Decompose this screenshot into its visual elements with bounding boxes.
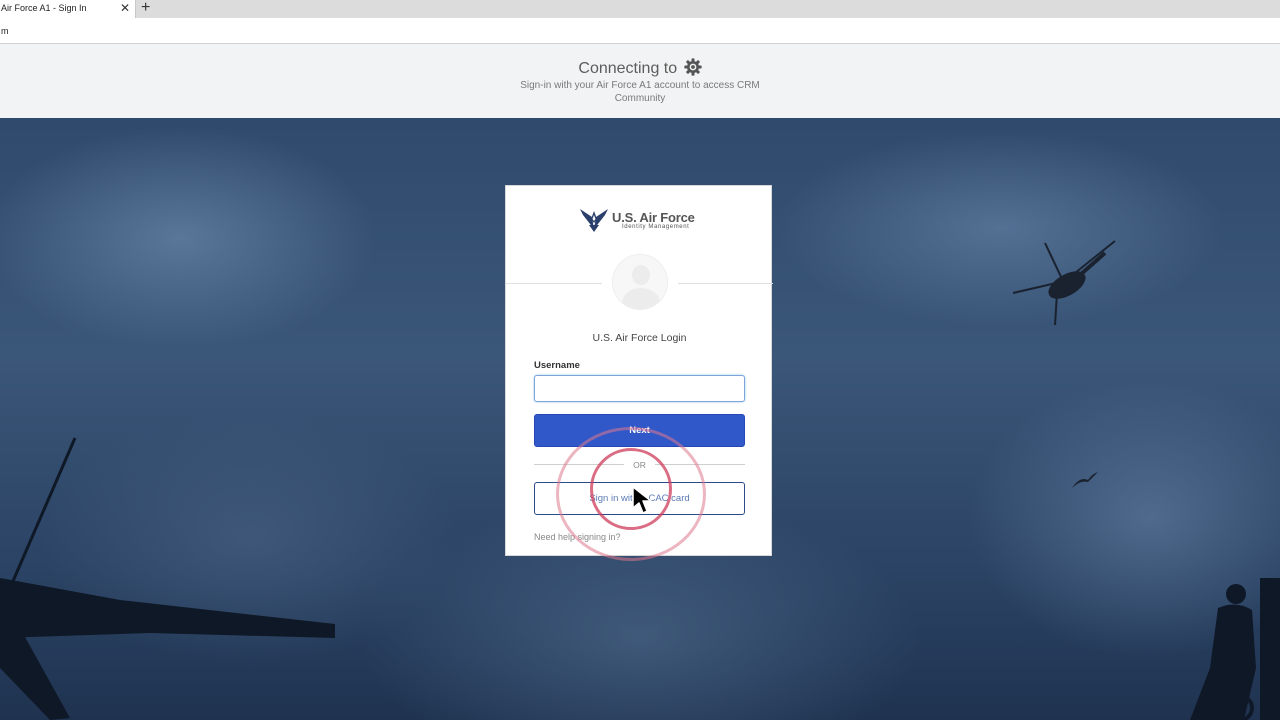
user-avatar-icon: [612, 254, 668, 310]
username-label: Username: [534, 360, 580, 371]
banner-title: Connecting to: [0, 58, 1280, 78]
new-tab-icon[interactable]: +: [141, 0, 150, 17]
helicopter-silhouette: [1012, 240, 1116, 326]
browser-tab[interactable]: Air Force A1 - Sign In ✕: [0, 0, 136, 18]
banner-title-text: Connecting to: [578, 60, 678, 77]
aircraft-silhouette: [0, 437, 335, 720]
divider: [678, 283, 773, 284]
address-text: m: [1, 26, 9, 36]
logo-subtitle: Identity Management: [622, 224, 690, 230]
browser-tab-bar: Air Force A1 - Sign In ✕ +: [0, 0, 1280, 18]
divider: [506, 283, 602, 284]
air-force-logo: U.S. Air Force Identity Management: [580, 206, 704, 234]
soldier-silhouette: [1190, 578, 1280, 720]
login-title: U.S. Air Force Login: [592, 332, 687, 344]
tab-title: Air Force A1 - Sign In: [1, 3, 87, 13]
username-input[interactable]: [534, 375, 745, 402]
air-force-wings-icon: [580, 209, 608, 232]
logo-title: U.S. Air Force: [612, 210, 695, 225]
gear-icon: [683, 58, 702, 76]
bird-silhouette: [1072, 472, 1098, 488]
connecting-banner: Connecting to Sign-in with your Air Forc…: [0, 44, 1280, 118]
banner-subtitle: Sign-in with your Air Force A1 account t…: [520, 80, 760, 104]
close-tab-icon[interactable]: ✕: [120, 1, 130, 15]
mouse-cursor-icon: [632, 486, 652, 514]
click-indicator-inner: [590, 448, 672, 530]
address-bar[interactable]: m: [0, 18, 1280, 44]
